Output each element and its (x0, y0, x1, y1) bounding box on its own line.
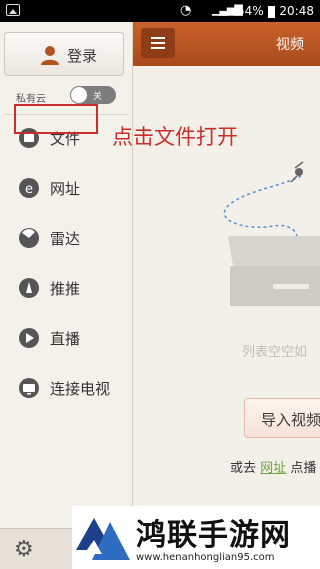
sidebar-item-label: 雷达 (50, 230, 81, 248)
sidebar-item-tv[interactable]: 连接电视 (0, 368, 132, 408)
empty-drawer-illustration (223, 161, 320, 306)
user-icon (41, 46, 59, 65)
menu-line (151, 37, 165, 39)
header-bar: 视频 (133, 22, 320, 66)
wifi-icon: ◔ (180, 3, 192, 18)
watermark-url: www.henanhonglian95.com (136, 552, 275, 563)
watermark: 鸿联手游网 www.henanhonglian95.com (72, 506, 320, 569)
sidebar-item-live[interactable]: 直播 (0, 318, 132, 358)
url-link[interactable]: 网址 (260, 461, 286, 476)
push-icon (19, 278, 39, 298)
login-label: 登录 (67, 47, 98, 65)
browser-icon: e (19, 178, 39, 198)
tv-icon (19, 378, 39, 398)
sidebar-item-label: 网址 (50, 180, 81, 198)
clock: 20:48 (279, 4, 314, 18)
login-button[interactable]: 登录 (4, 32, 124, 76)
watermark-logo (76, 518, 130, 560)
menu-line (151, 47, 165, 49)
import-video-button[interactable]: 导入视频 (244, 398, 320, 438)
settings-gear-icon[interactable]: ⚙ (14, 537, 34, 562)
radar-icon (19, 228, 39, 248)
svg-text:e: e (25, 182, 33, 197)
menu-button[interactable] (141, 28, 175, 58)
or-prefix: 或去 (230, 461, 257, 476)
page-title: 视频 (276, 37, 304, 53)
sidebar-item-url[interactable]: e 网址 (0, 168, 132, 208)
battery-percent: 54% (237, 4, 264, 18)
sidebar-item-label: 推推 (50, 280, 81, 298)
sidebar-item-label: 直播 (50, 330, 81, 348)
toggle-knob (71, 87, 87, 103)
sidebar-item-label: 连接电视 (50, 380, 111, 398)
private-cloud-label: 私有云 (16, 94, 46, 105)
toggle-text: 关 (93, 92, 103, 102)
gallery-notification-icon (6, 4, 20, 16)
files-highlight-box (14, 104, 98, 134)
or-suffix: 点播 (290, 461, 317, 476)
battery-icon (268, 6, 275, 18)
empty-list-text: 列表空空如 (242, 345, 308, 360)
private-cloud-toggle[interactable]: 关 (70, 86, 116, 104)
or-go-url-line: 或去 网址 点播 (230, 457, 316, 476)
sidebar-item-radar[interactable]: 雷达 (0, 218, 132, 258)
watermark-title: 鸿联手游网 (136, 518, 291, 553)
live-icon (19, 328, 39, 348)
import-video-label: 导入视频 (261, 411, 320, 429)
status-bar: ◔ ▁▃▅▇ 54% 20:48 (0, 0, 320, 22)
annotation-text: 点击文件打开 (112, 125, 238, 149)
menu-line (151, 42, 165, 44)
sidebar-item-push[interactable]: 推推 (0, 268, 132, 308)
